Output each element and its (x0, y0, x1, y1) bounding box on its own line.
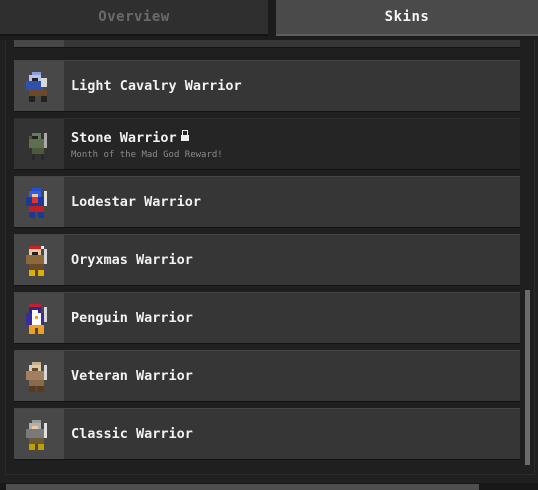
skin-row[interactable]: Oryxmas Warrior (14, 234, 520, 286)
oryxmas-warrior-icon (26, 246, 47, 276)
penguin-warrior-icon (26, 304, 47, 334)
lock-icon (180, 130, 189, 141)
tab-overview[interactable]: Overview (0, 0, 268, 36)
skins-panel: Light Cavalry Warrior Stone Warrior Mont… (5, 40, 535, 475)
skin-name: Oryxmas Warrior (71, 252, 193, 268)
skin-name: Light Cavalry Warrior (71, 78, 242, 94)
skin-name: Veteran Warrior (71, 368, 193, 384)
skin-unlock-subtitle: Month of the Mad God Reward! (71, 150, 223, 160)
light-cavalry-warrior-icon (26, 72, 47, 102)
skins-list: Light Cavalry Warrior Stone Warrior Mont… (6, 40, 534, 474)
skin-row[interactable]: Veteran Warrior (14, 350, 520, 402)
skin-row[interactable]: Light Cavalry Warrior (14, 60, 520, 112)
stone-warrior-icon (29, 133, 47, 160)
horizontal-scrollbar-thumb[interactable] (6, 484, 479, 490)
skin-icon-box (14, 40, 64, 47)
skin-row[interactable]: Lodestar Warrior (14, 176, 520, 228)
skin-name-text: Stone Warrior (71, 130, 177, 146)
veteran-warrior-icon (26, 362, 47, 392)
skin-name: Classic Warrior (71, 426, 193, 442)
skin-row[interactable]: Penguin Warrior (14, 292, 520, 344)
vertical-scrollbar-thumb[interactable] (525, 290, 530, 465)
tab-skins[interactable]: Skins (276, 0, 538, 36)
skin-name: Lodestar Warrior (71, 194, 202, 210)
lodestar-warrior-icon (26, 188, 47, 218)
skin-row-locked[interactable]: Stone Warrior Month of the Mad God Rewar… (14, 118, 520, 170)
skin-name: Penguin Warrior (71, 310, 193, 326)
classic-warrior-icon (26, 420, 47, 450)
skin-name: Stone Warrior (71, 130, 189, 146)
tab-bar: Overview Skins (0, 0, 538, 40)
skin-row-partial[interactable] (14, 40, 520, 48)
skin-row[interactable]: Classic Warrior (14, 408, 520, 460)
